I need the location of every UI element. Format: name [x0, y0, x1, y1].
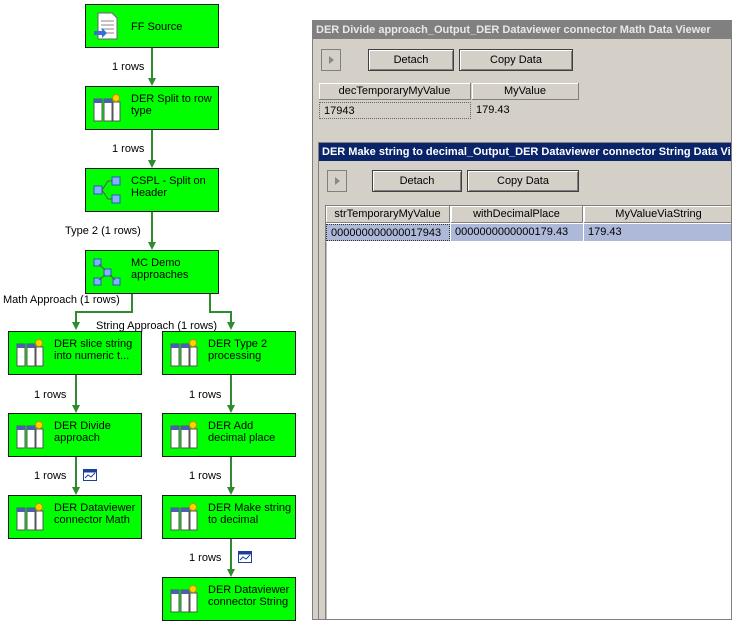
window-title[interactable]: DER Divide approach_Output_DER Dataviewe…	[313, 21, 731, 39]
column-header[interactable]: withDecimalPlace	[451, 206, 583, 223]
copy-data-button[interactable]: Copy Data	[459, 49, 573, 71]
node-split-to-row-type[interactable]: DER Split to row type	[85, 86, 219, 130]
node-add-decimal-place[interactable]: DER Add decimal place	[162, 413, 296, 457]
path-arrow	[148, 78, 156, 86]
derived-column-icon	[170, 421, 198, 449]
node-label: DER Make string to decimal	[208, 502, 292, 526]
path-line[interactable]	[75, 457, 77, 487]
detach-button[interactable]: Detach	[372, 170, 462, 192]
copy-data-button[interactable]: Copy Data	[467, 170, 579, 192]
grid-cell[interactable]: 0000000000000179.43	[451, 224, 583, 241]
path-line[interactable]	[209, 294, 211, 312]
path-label-math-approach: Math Approach (1 rows)	[3, 294, 120, 306]
node-label: MC Demo approaches	[131, 257, 189, 281]
path-line[interactable]	[230, 457, 232, 487]
node-label: DER Dataviewer connector String	[208, 584, 290, 608]
path-arrow	[72, 322, 80, 330]
derived-column-icon	[170, 339, 198, 367]
column-header[interactable]: MyValueViaString	[584, 206, 731, 223]
path-arrow	[227, 569, 235, 577]
node-divide-approach[interactable]: DER Divide approach	[8, 413, 142, 457]
detach-button[interactable]: Detach	[368, 49, 454, 71]
conditional-split-icon	[93, 176, 121, 204]
path-label: 1 rows	[34, 389, 67, 401]
grid-cell[interactable]: 179.43	[472, 102, 579, 119]
multicast-icon	[93, 258, 121, 286]
path-line[interactable]	[151, 212, 153, 242]
column-header[interactable]: decTemporaryMyValue	[319, 83, 471, 100]
path-line[interactable]	[230, 539, 232, 569]
path-line[interactable]	[230, 311, 232, 322]
node-make-string-to-decimal[interactable]: DER Make string to decimal	[162, 495, 296, 539]
derived-column-icon	[170, 585, 198, 613]
grid-separator	[326, 242, 327, 619]
path-label: 1 rows	[189, 470, 222, 482]
path-label: 1 rows	[34, 470, 67, 482]
node-slice-string[interactable]: DER slice string into numeric t...	[8, 331, 142, 375]
node-label: DER Add decimal place	[208, 420, 276, 444]
grid-cell[interactable]: 000000000000017943	[326, 224, 450, 241]
window-title[interactable]: DER Make string to decimal_Output_DER Da…	[319, 143, 731, 161]
path-label: 1 rows	[189, 389, 222, 401]
node-label: DER slice string into numeric t...	[54, 338, 133, 362]
derived-column-icon	[170, 503, 198, 531]
path-arrow	[72, 405, 80, 413]
node-dataviewer-math[interactable]: DER Dataviewer connector Math	[8, 495, 142, 539]
path-arrow	[148, 160, 156, 168]
path-line[interactable]	[131, 294, 133, 312]
column-header[interactable]: MyValue	[472, 83, 579, 100]
derived-column-icon	[16, 503, 44, 531]
data-viewer-string-window[interactable]: DER Make string to decimal_Output_DER Da…	[318, 142, 732, 620]
node-ff-source[interactable]: FF Source	[85, 4, 219, 48]
path-line[interactable]	[209, 311, 232, 313]
play-button[interactable]	[327, 170, 347, 192]
derived-column-icon	[93, 94, 121, 122]
path-label: Type 2 (1 rows)	[65, 225, 141, 237]
path-line[interactable]	[151, 130, 153, 160]
derived-column-icon	[16, 421, 44, 449]
path-label: 1 rows	[112, 143, 145, 155]
path-arrow	[72, 487, 80, 495]
node-dataviewer-string[interactable]: DER Dataviewer connector String	[162, 577, 296, 621]
path-arrow	[227, 405, 235, 413]
node-label: DER Split to row type	[131, 93, 212, 117]
data-viewer-icon[interactable]	[83, 469, 97, 481]
path-line[interactable]	[75, 311, 77, 322]
node-label: DER Type 2 processing	[208, 338, 268, 362]
path-arrow	[148, 242, 156, 250]
grid-cell[interactable]: 17943	[319, 102, 471, 119]
node-type2-processing[interactable]: DER Type 2 processing	[162, 331, 296, 375]
node-label: DER Dataviewer connector Math	[54, 502, 136, 526]
data-grid[interactable]: decTemporaryMyValue MyValue 17943 179.43	[319, 83, 581, 123]
derived-column-icon	[16, 339, 44, 367]
path-label: 1 rows	[189, 552, 222, 564]
play-button[interactable]	[321, 49, 341, 71]
node-cspl-split-on-header[interactable]: CSPL - Split on Header	[85, 168, 219, 212]
path-arrow	[227, 487, 235, 495]
node-mc-demo-approaches[interactable]: MC Demo approaches	[85, 250, 219, 294]
path-line[interactable]	[75, 311, 133, 313]
node-label: FF Source	[131, 21, 183, 33]
path-arrow	[227, 322, 235, 330]
path-line[interactable]	[75, 375, 77, 405]
path-label: 1 rows	[112, 61, 145, 73]
data-viewer-icon[interactable]	[238, 551, 252, 563]
data-grid[interactable]: strTemporaryMyValue withDecimalPlace MyV…	[325, 205, 731, 619]
grid-cell[interactable]: 179.43	[584, 224, 731, 241]
node-label: CSPL - Split on Header	[131, 175, 206, 199]
node-label: DER Divide approach	[54, 420, 111, 444]
path-line[interactable]	[230, 375, 232, 405]
flat-file-source-icon	[94, 12, 118, 40]
column-header[interactable]: strTemporaryMyValue	[326, 206, 450, 223]
